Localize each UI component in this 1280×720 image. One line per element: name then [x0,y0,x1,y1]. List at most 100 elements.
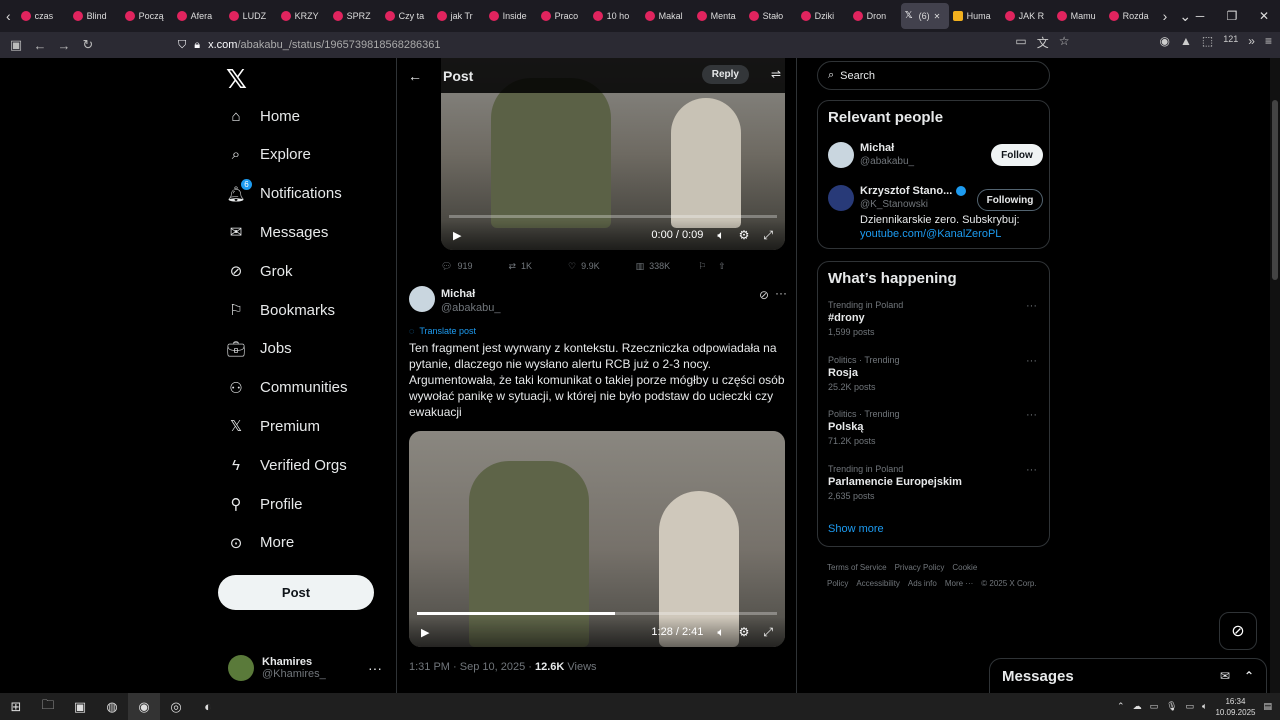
reply-button[interactable]: Reply [701,65,749,84]
footer-link[interactable]: Ads info [908,579,937,588]
views-action[interactable]: ▥ 338K [636,261,671,272]
new-message-icon[interactable]: ✉ [1220,669,1230,683]
footer-link[interactable]: © 2025 X Corp. [981,579,1036,588]
browser-tab[interactable]: Makal [641,3,693,29]
sidebar-item-home[interactable]: ⌂ Home [226,103,300,129]
sidebar-item-jobs[interactable]: 💼︎ Jobs [226,336,291,362]
expand-icon[interactable]: ⌃ [1244,669,1254,683]
notification-center-icon[interactable]: ▤ [1263,701,1272,712]
follow-button[interactable]: Follow [991,144,1043,166]
more-dots-icon[interactable]: ··· [1026,300,1037,312]
grok-icon[interactable]: ⊘ [759,288,769,302]
browser-tab[interactable]: JAK R [1001,3,1053,29]
browser-tab[interactable]: Menta [693,3,745,29]
browser-tab[interactable]: 𝕏 (6) ✕ [900,3,949,29]
picture-icon[interactable]: ▭ [1015,34,1026,51]
trend-item[interactable]: Trending in Poland #drony 1,599 posts ··· [828,300,1043,337]
post-time[interactable]: 1:31 PM · Sep 10, 2025 · [409,661,535,673]
back-icon[interactable]: ← [28,38,52,53]
mic-icon[interactable]: 🎙︎ [1166,701,1177,712]
footer-link[interactable]: Privacy Policy [895,563,945,572]
browser-tab[interactable]: KRZY [277,3,329,29]
reply-action[interactable]: 💬︎ 919 [441,261,472,272]
person-card[interactable]: Krzysztof Stano... @K_Stanowski Followin… [828,185,1043,243]
browser-tab[interactable]: Huma [949,3,1001,29]
sidebar-item-messages[interactable]: ✉ Messages [226,219,329,245]
browser-tab[interactable]: Dziki [797,3,849,29]
account-switcher[interactable]: Khamires @Khamires_ ··· [228,648,388,688]
network-icon[interactable]: ▭ [1150,701,1159,712]
avatar[interactable] [828,142,854,168]
sidebar-item-verified-orgs[interactable]: ϟ Verified Orgs [226,452,347,478]
volume-icon[interactable]: 🔈︎ [1202,701,1207,712]
browser-tab[interactable]: Afera [173,3,225,29]
video-player-2[interactable]: ▶ 1:28 / 2:41 🔈︎ ⚙ ⤢ [409,431,785,647]
avatar[interactable] [828,185,854,211]
messages-drawer[interactable]: Messages ✉ ⌃ [989,658,1267,693]
more-dots-icon[interactable]: ··· [368,660,382,676]
more-dots-icon[interactable]: ··· [1026,464,1037,476]
page-scrollbar[interactable] [1270,58,1280,693]
restore-icon[interactable]: ❐ [1216,0,1248,32]
share-icon[interactable]: ⇧ [718,261,726,272]
sidebar-item-grok[interactable]: ⊘ Grok [226,258,293,284]
scrollbar-thumb[interactable] [1272,100,1278,280]
extension-fox-icon[interactable]: ▲ [1180,34,1192,51]
sidebar-item-profile[interactable]: ⚲ Profile [226,491,303,517]
extension-shield-icon[interactable]: ◉ [1160,34,1170,51]
author-name[interactable]: Michał [441,288,475,300]
display-icon[interactable]: ▭ [1186,701,1195,712]
more-dots-icon[interactable]: ··· [1026,355,1037,367]
browser-tab[interactable]: Rozda [1105,3,1157,29]
app-icon[interactable]: ▣ [64,693,96,720]
play-icon[interactable]: ▶ [453,229,461,242]
trend-item[interactable]: Trending in Poland Parlamencie Europejski… [828,464,1043,501]
x-logo-icon[interactable]: 𝕏 [226,64,247,95]
settings-gear-icon[interactable]: ⚙ [739,228,750,242]
reload-icon[interactable]: ↻ [76,37,100,53]
clock[interactable]: 16:34 10.09.2025 [1215,696,1255,718]
cloud-icon[interactable]: ☁ [1133,701,1142,712]
browser-tab[interactable]: Blind [69,3,121,29]
sidebar-item-bookmarks[interactable]: ⚐ Bookmarks [226,297,335,323]
sidebar-toggle-icon[interactable]: ▣ [4,37,28,53]
more-dots-icon[interactable]: ··· [775,286,787,300]
browser-tab[interactable]: czas [17,3,69,29]
settings-gear-icon[interactable]: ⚙ [739,625,750,639]
sidebar-item-communities[interactable]: ⚇ Communities [226,375,347,401]
close-window-icon[interactable]: ✕ [1248,0,1280,32]
grok-floating-button[interactable]: ⊘ [1219,612,1257,650]
notifications-counter[interactable]: 121 [1223,34,1238,51]
browser-tab[interactable]: jak Tr [433,3,485,29]
trend-item[interactable]: Politics · Trending Rosja 25.2K posts ··· [828,355,1043,392]
sidebar-item-explore[interactable]: ⌕ Explore [226,142,311,168]
close-tab-icon[interactable]: ✕ [934,12,941,21]
sidebar-item-more[interactable]: ⊙ More [226,530,294,556]
url-bar[interactable]: ⛉ 🔒︎ x.com/abakabu_/status/1965739818568… [178,34,1048,56]
fullscreen-icon[interactable]: ⤢ [763,228,773,243]
avatar[interactable] [409,286,435,312]
minimize-icon[interactable]: ─ [1184,0,1216,32]
repost-action[interactable]: ⇄ 1K [508,261,532,272]
bookmark-icon[interactable]: ⚐ [698,261,706,272]
overflow-icon[interactable]: » [1248,34,1255,51]
trend-item[interactable]: Politics · Trending Polską 71.2K posts ··· [828,409,1043,446]
back-arrow-icon[interactable]: ← [397,68,433,84]
steam-icon[interactable]: ◍ [96,693,128,720]
volume-icon[interactable]: 🔈︎ [717,228,724,243]
firefox-icon[interactable]: ◉ [128,693,160,720]
browser-tab[interactable]: Począ [121,3,173,29]
browser-tab[interactable]: Praco [537,3,589,29]
author-handle[interactable]: @abakabu_ [441,302,501,314]
like-action[interactable]: ♡ 9.9K [568,261,600,272]
show-more-link[interactable]: Show more [828,523,884,535]
volume-icon[interactable]: 🔈︎ [717,625,724,640]
extensions-icon[interactable]: ⬚ [1202,34,1213,51]
translate-icon[interactable]: 文 [1037,34,1049,51]
footer-link[interactable]: Terms of Service [827,563,887,572]
sidebar-item-notifications[interactable]: 🔔︎ 6 Notifications [226,178,342,207]
browser-tab[interactable]: LUDZ [225,3,277,29]
obs-icon[interactable]: ◎ [160,693,192,720]
search-input[interactable]: ⌕ Search [817,61,1050,90]
play-icon[interactable]: ▶ [421,626,429,639]
